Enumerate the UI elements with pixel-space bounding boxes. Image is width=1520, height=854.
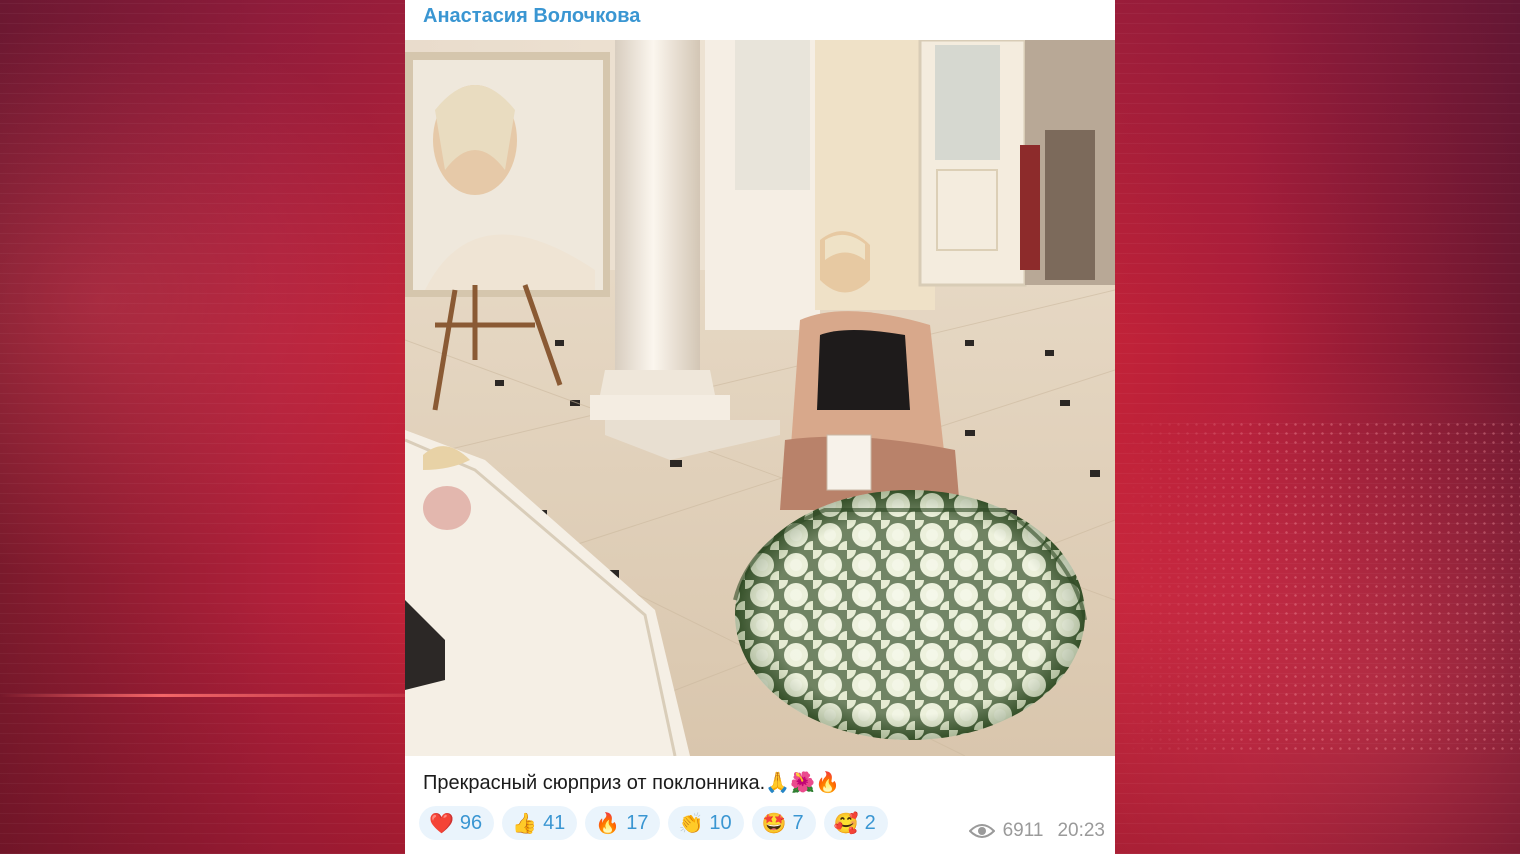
fire-icon: 🔥: [595, 811, 621, 835]
reaction-count: 2: [864, 811, 876, 834]
reaction-star-struck[interactable]: 🤩 7: [751, 806, 816, 840]
eye-icon: [968, 824, 995, 838]
background-light-streak: [0, 694, 405, 697]
reaction-count: 7: [792, 811, 804, 834]
telegram-post-card: Анастасия Волочкова Прекрасный сюрприз о…: [405, 0, 1115, 854]
reaction-fire[interactable]: 🔥 17: [585, 806, 661, 840]
reaction-clap[interactable]: 👏 10: [668, 806, 744, 840]
reactions-bar: ❤️ 96 👍 41 🔥 17 👏 10 🤩 7 🥰 2: [419, 806, 888, 840]
reaction-count: 96: [459, 811, 483, 834]
reaction-count: 10: [709, 811, 732, 834]
post-caption: Прекрасный сюрприз от поклонника.🙏🌺🔥: [423, 772, 840, 794]
red-heart-icon: ❤️: [429, 811, 454, 835]
background-dot-pattern: [1120, 420, 1520, 750]
view-count: 6911: [1002, 820, 1044, 841]
post-time: 20:23: [1057, 820, 1105, 841]
clapping-hands-icon: 👏: [678, 811, 704, 835]
post-meta: 6911 20:23: [968, 820, 1105, 842]
thumbs-up-icon: 👍: [512, 811, 538, 835]
channel-name[interactable]: Анастасия Волочкова: [423, 5, 640, 28]
star-struck-icon: 🤩: [761, 811, 787, 835]
party-face-icon: 🥰: [833, 811, 859, 835]
reaction-count: 17: [626, 811, 649, 834]
post-photo[interactable]: [405, 40, 1115, 756]
reaction-heart[interactable]: ❤️ 96: [419, 806, 495, 840]
reaction-count: 41: [543, 811, 566, 834]
reaction-thumbs-up[interactable]: 👍 41: [502, 806, 578, 840]
reaction-party[interactable]: 🥰 2: [823, 806, 888, 840]
